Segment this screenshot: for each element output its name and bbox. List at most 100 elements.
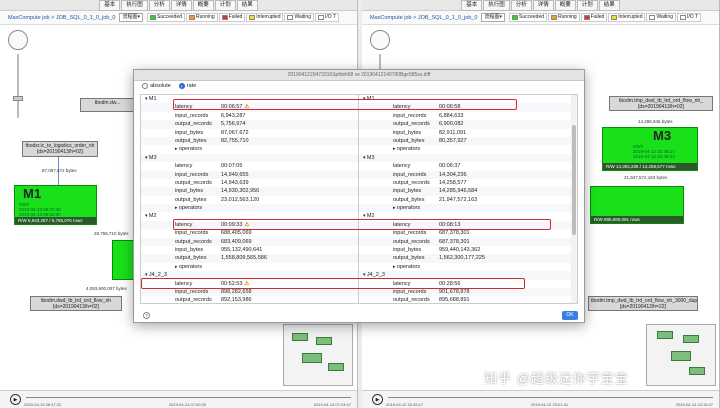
ok-button[interactable]: OK xyxy=(562,311,578,320)
pan-control-icon[interactable] xyxy=(8,30,28,50)
metric-value-text: 14,304,236 xyxy=(439,171,467,178)
diff-group-row[interactable]: operators xyxy=(359,145,577,153)
minimap-node xyxy=(689,367,705,375)
metric-value-text: 6,900,082 xyxy=(439,121,464,128)
metric-value: 14,930,302,956 xyxy=(221,187,358,195)
metric-name: operators xyxy=(359,263,439,271)
radio-absolute[interactable]: absolute xyxy=(142,83,171,89)
left-edge-label-2: 28,755,710 bytes xyxy=(94,231,129,236)
radio-dot-icon[interactable] xyxy=(142,83,148,89)
scrollbar-thumb[interactable] xyxy=(572,125,576,235)
metric-value-text: 14,943,639 xyxy=(221,179,249,186)
zoom-slider-knob[interactable] xyxy=(13,96,23,101)
right-edge-label: 14,286,946 bytes xyxy=(638,119,673,124)
pan-control-icon[interactable] xyxy=(370,30,390,50)
left-minimap[interactable] xyxy=(283,324,353,386)
metric-value: 1,558,809,565,586 xyxy=(221,254,358,262)
timeline-track[interactable] xyxy=(26,397,351,398)
diff-metric-row: output_bytes 80,357,927 xyxy=(359,136,577,146)
left-breadcrumb[interactable]: MaxCompute job > JOB_SQL_0_1_0_job_0 xyxy=(8,15,115,21)
top-tab[interactable]: 结果 xyxy=(598,0,620,11)
right-stage-m3-node[interactable]: M3 0/0/0 2019-04-12 22:45:17 2019-04-12 … xyxy=(602,127,698,171)
right-source-table-node[interactable]: tbodm.tmp_dwd_tb_trd_ord_flow_nh_ [ds=20… xyxy=(609,96,713,111)
legend-label: I/O T xyxy=(686,14,699,20)
metric-value-text: 14,258,577 xyxy=(439,179,467,186)
metric-name: output_records xyxy=(175,179,212,186)
metric-value: 895,688,891 xyxy=(439,296,577,303)
timeline-end: 2019-04-13 07:24:47 xyxy=(313,402,351,407)
right-minimap[interactable] xyxy=(646,324,716,386)
metric-value-text: 687,378,301 xyxy=(439,238,470,245)
vertical-scrollbar[interactable] xyxy=(571,95,577,303)
left-sink-table-node[interactable]: tbodm.dwd_tb_trd_ord_flow_nh [ds=2019041… xyxy=(30,296,122,311)
metric-value xyxy=(221,145,358,153)
top-tab[interactable]: 计划 xyxy=(576,0,598,11)
diff-metric-row: output_records 895,688,891 xyxy=(359,296,577,303)
node-partition: [ds=20190413/h=02] xyxy=(37,149,83,155)
metric-value: 82,911,091 xyxy=(439,129,577,137)
top-tab[interactable]: 基本 xyxy=(99,0,121,11)
diff-group-row[interactable]: operators xyxy=(141,145,358,153)
right-timeline-bar: ▶ 2019-04-12 22:45:17 2019-04-12 23:01:4… xyxy=(362,390,719,408)
metric-value: 21,947,572,163 xyxy=(439,196,577,204)
metric-name: output_records xyxy=(393,238,430,245)
help-icon[interactable]: ? xyxy=(143,312,150,319)
top-tab[interactable]: 分析 xyxy=(510,0,532,11)
diff-group-row[interactable]: operators xyxy=(359,204,577,213)
timeline-mid: 2019-04-13 07:00:30 xyxy=(168,402,207,407)
right-layout-select[interactable]: 流程图▾ xyxy=(481,13,505,22)
diff-group-row[interactable]: M3 xyxy=(141,153,358,163)
radio-dot-icon[interactable] xyxy=(178,83,185,89)
top-tab[interactable]: 概要 xyxy=(554,0,576,11)
diff-metric-row: latency 00:07:05 xyxy=(141,162,358,170)
diff-metric-row: output_records 6,900,082 xyxy=(359,120,577,129)
top-tab[interactable]: 基本 xyxy=(461,0,483,11)
left-stage-m1-node[interactable]: M1 0/0/0 2019-04-13 06:47:40 2019-04-13 … xyxy=(14,185,97,225)
top-tab[interactable]: 概要 xyxy=(192,0,214,11)
top-tab[interactable]: 执行图 xyxy=(483,0,510,11)
timeline-mid: 2019-04-12 23:01:41 xyxy=(530,402,569,407)
left-zoom-control[interactable] xyxy=(6,30,30,120)
radio-rate[interactable]: rate xyxy=(178,83,196,89)
diff-metric-row: output_bytes 1,562,300,177,225 xyxy=(359,254,577,263)
top-tab[interactable]: 计划 xyxy=(214,0,236,11)
play-icon[interactable]: ▶ xyxy=(10,394,21,405)
top-tab[interactable]: 结果 xyxy=(236,0,258,11)
top-tab[interactable]: 分析 xyxy=(148,0,170,11)
left-top-tabs: 基本 执行图 分析 详情 概要 计划 结果 xyxy=(0,0,357,11)
legend-label: Waiting xyxy=(656,14,673,20)
minimap-node xyxy=(328,363,344,371)
diff-right-column[interactable]: M1latency00:06:58input_records6,884,633o… xyxy=(359,95,577,303)
diff-group-row[interactable]: M3 xyxy=(359,153,577,163)
node-partition: [ds=20190413/h=02] xyxy=(53,304,99,310)
diff-group-row[interactable]: operators xyxy=(141,204,358,213)
left-layout-select[interactable]: 流程图▾ xyxy=(119,13,143,22)
legend-swatch-icon xyxy=(551,15,558,20)
diff-group-row[interactable]: operators xyxy=(359,263,577,271)
legend-item: Failed xyxy=(218,13,246,22)
play-icon[interactable]: ▶ xyxy=(372,394,383,405)
left-source-table-node-2[interactable]: tbodsr.ic_to_logistics_order_nh [ds=2019… xyxy=(22,141,98,157)
metric-value: 892,153,986 xyxy=(221,296,358,303)
metric-value: 87,067,672 xyxy=(221,129,358,137)
diff-left-column[interactable]: M1latency00:06:57⚠input_records6,943,287… xyxy=(141,95,359,303)
right-stage-join-node[interactable]: R/W 886,680,091 rows xyxy=(590,186,684,224)
zoom-slider-track[interactable] xyxy=(17,54,19,118)
top-tab[interactable]: 执行图 xyxy=(121,0,148,11)
metric-name: output_bytes xyxy=(175,137,207,144)
diff-group-row[interactable]: operators xyxy=(141,263,358,271)
metric-value: 959,440,143,362 xyxy=(439,246,577,254)
right-sink-table-node[interactable]: tbodm.tmp_dwd_tb_trd_ord_flow_nh_3000_du… xyxy=(588,296,698,311)
timeline-track[interactable] xyxy=(388,397,713,398)
left-edge-label: 87,067,672 bytes xyxy=(42,168,77,173)
top-tab[interactable]: 详情 xyxy=(532,0,554,11)
metric-value-text: 1,558,809,565,586 xyxy=(221,255,267,262)
metric-name: output_records xyxy=(393,179,430,186)
metric-value-text: 00:06:37 xyxy=(439,163,461,170)
right-breadcrumb[interactable]: MaxCompute job > JOB_SQL_0_1_0_job_0 xyxy=(370,15,477,21)
left-source-table-node[interactable]: tbodm.dw... xyxy=(80,98,135,112)
metric-name: input_records xyxy=(393,230,427,237)
stage-title: M3 xyxy=(653,128,672,143)
metric-name: output_records xyxy=(175,238,212,245)
top-tab[interactable]: 详情 xyxy=(170,0,192,11)
